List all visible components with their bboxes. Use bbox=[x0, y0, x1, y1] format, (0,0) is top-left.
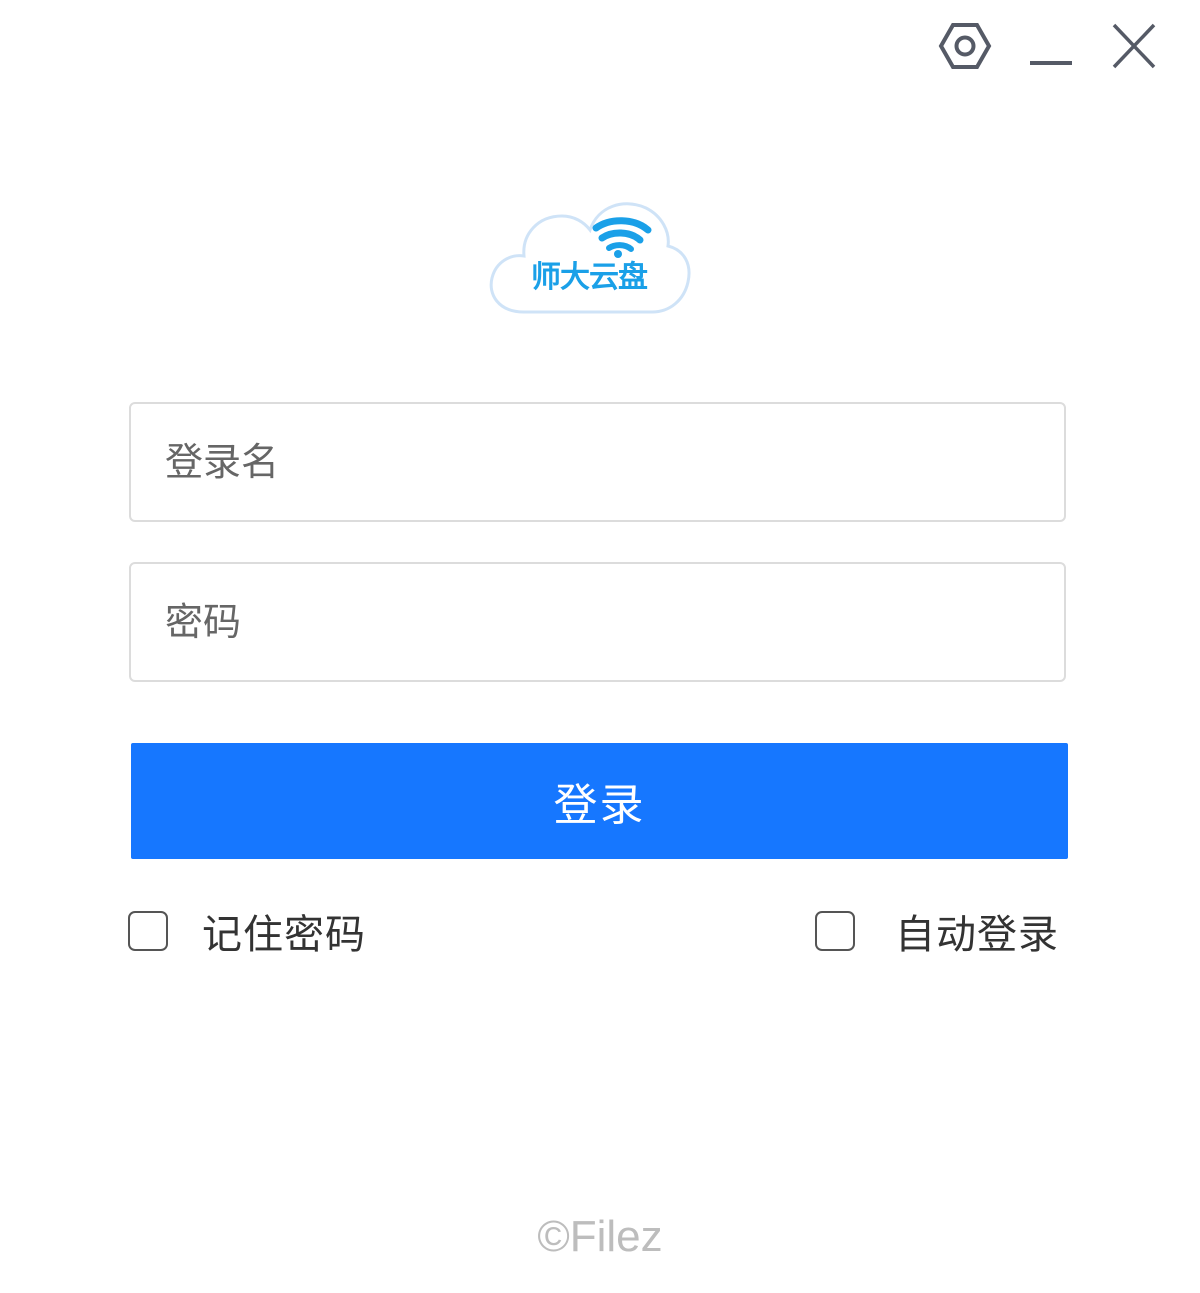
password-field-container bbox=[129, 562, 1066, 682]
remember-password-option[interactable]: 记住密码 bbox=[128, 906, 366, 958]
footer-copyright: ©Filez bbox=[537, 1212, 663, 1261]
remember-password-label: 记住密码 bbox=[202, 912, 366, 958]
auto-login-checkbox[interactable] bbox=[815, 911, 855, 951]
password-input[interactable] bbox=[131, 564, 1064, 680]
minimize-icon bbox=[1030, 61, 1072, 65]
remember-password-checkbox[interactable] bbox=[128, 911, 168, 951]
minimize-button[interactable] bbox=[1024, 30, 1078, 70]
username-input[interactable] bbox=[131, 404, 1064, 520]
auto-login-label: 自动登录 bbox=[895, 912, 1059, 958]
username-field-container bbox=[129, 402, 1066, 522]
close-icon bbox=[1112, 23, 1156, 69]
app-logo: 师大云盘 bbox=[484, 194, 694, 320]
login-button[interactable]: 登录 bbox=[131, 743, 1068, 859]
settings-button[interactable] bbox=[938, 20, 992, 72]
settings-hexagon-icon bbox=[938, 23, 992, 69]
window-controls bbox=[0, 0, 1200, 100]
auto-login-option[interactable]: 自动登录 bbox=[815, 906, 1059, 958]
close-button[interactable] bbox=[1106, 20, 1162, 72]
logo-text: 师大云盘 bbox=[531, 260, 648, 295]
